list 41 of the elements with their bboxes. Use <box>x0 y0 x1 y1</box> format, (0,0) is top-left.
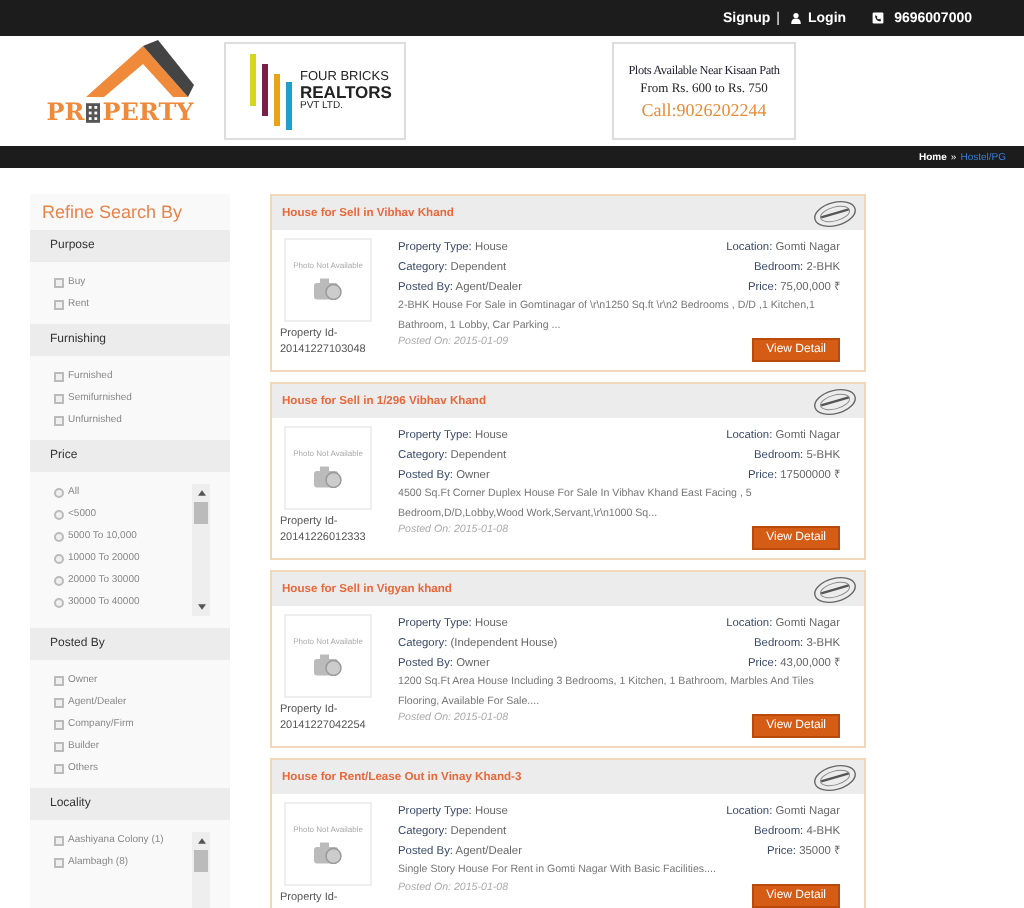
checkbox[interactable] <box>54 719 64 729</box>
logo-text: PERTY <box>102 99 194 123</box>
checkbox[interactable] <box>54 415 64 425</box>
camera-icon <box>313 278 343 300</box>
checkbox[interactable] <box>54 299 64 309</box>
bars-logo-icon <box>250 53 294 129</box>
logo-text: PR <box>46 99 85 123</box>
camera-icon <box>313 466 343 488</box>
ad-text: REALTORS <box>300 84 392 101</box>
scroll-up-icon[interactable] <box>197 490 205 496</box>
stamp-icon <box>812 763 858 791</box>
checkbox[interactable] <box>54 835 64 845</box>
checkbox[interactable] <box>54 857 64 867</box>
checkbox[interactable] <box>54 675 64 685</box>
scrollbar[interactable] <box>192 484 210 616</box>
building-icon <box>86 101 101 123</box>
radio-button[interactable] <box>54 553 64 563</box>
camera-icon <box>313 842 343 864</box>
scroll-thumb[interactable] <box>194 502 208 524</box>
scroll-down-icon[interactable] <box>197 604 205 610</box>
stamp-icon <box>812 387 858 415</box>
filter-title: Refine Search By <box>40 200 185 226</box>
radio-button[interactable] <box>54 509 64 519</box>
phone-icon <box>872 12 885 24</box>
checkbox[interactable] <box>54 741 64 751</box>
checkbox[interactable] <box>54 697 64 707</box>
radio-button[interactable] <box>54 597 64 607</box>
radio-button[interactable] <box>54 531 64 541</box>
ad-text: Call:9026202244 <box>641 99 767 119</box>
radio-button[interactable] <box>54 487 64 497</box>
checkbox[interactable] <box>54 371 64 381</box>
camera-icon <box>313 654 343 676</box>
stamp-icon <box>812 575 858 603</box>
scroll-up-icon[interactable] <box>197 838 205 844</box>
checkbox[interactable] <box>54 393 64 403</box>
stamp-icon <box>812 199 858 227</box>
checkbox[interactable] <box>54 763 64 773</box>
scroll-thumb[interactable] <box>194 850 208 872</box>
checkbox[interactable] <box>54 277 64 287</box>
user-icon <box>790 12 802 24</box>
radio-button[interactable] <box>54 575 64 585</box>
